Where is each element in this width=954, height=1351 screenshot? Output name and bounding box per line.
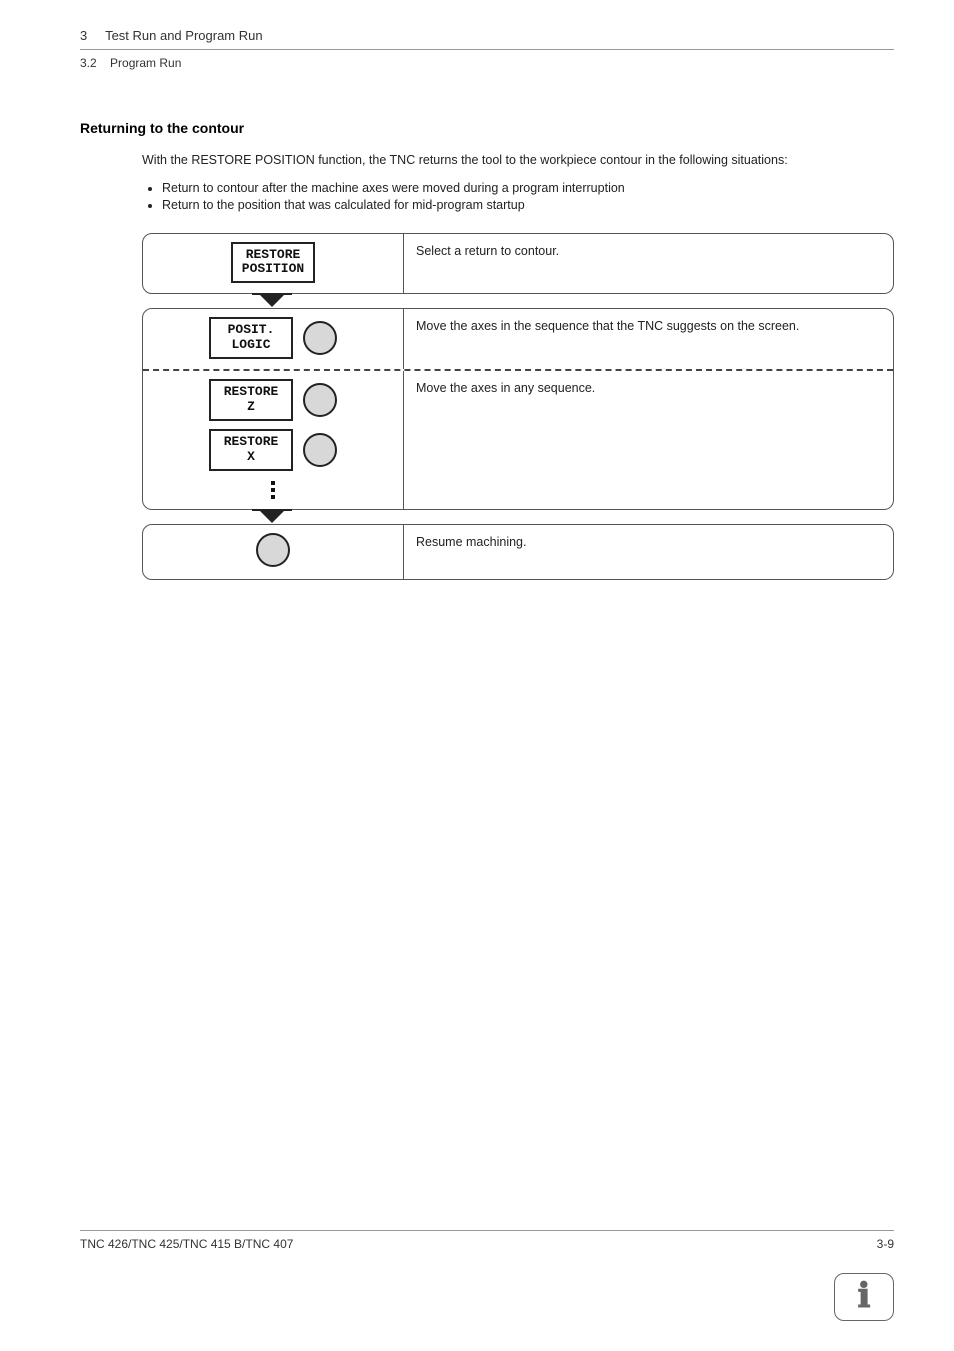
ellipsis-icon [271, 481, 275, 499]
page-footer: TNC 426/TNC 425/TNC 415 B/TNC 407 3-9 [80, 1230, 894, 1251]
step-row-2a: POSIT. LOGIC Move the axes in the sequen… [143, 309, 893, 369]
section-number: 3.2 [80, 56, 97, 70]
bullet-list: Return to contour after the machine axes… [162, 180, 894, 215]
axis-direction-button-icon[interactable] [303, 383, 337, 417]
bullet-item: Return to the position that was calculat… [162, 197, 894, 215]
info-glyph: ℹ [858, 1280, 871, 1314]
key-row: RESTORE Z [209, 379, 337, 421]
page-heading: Returning to the contour [80, 120, 894, 136]
restore-x-key[interactable]: RESTORE X [209, 429, 293, 471]
key-column: RESTORE Z RESTORE X [209, 379, 337, 499]
chapter-title: Test Run and Program Run [105, 28, 263, 43]
key-row: POSIT. LOGIC [209, 317, 337, 359]
section-title: Program Run [110, 56, 181, 70]
restore-z-key[interactable]: RESTORE Z [209, 379, 293, 421]
steps-container: RESTORE POSITION Select a return to cont… [142, 233, 894, 581]
step-left: RESTORE POSITION [143, 234, 403, 294]
axis-direction-button-icon[interactable] [303, 321, 337, 355]
key-label-line: RESTORE [224, 434, 279, 449]
nc-start-button-icon[interactable] [256, 533, 290, 567]
chapter-number: 3 [80, 28, 87, 43]
step-row-1: RESTORE POSITION Select a return to cont… [142, 233, 894, 295]
footer-row: TNC 426/TNC 425/TNC 415 B/TNC 407 3-9 [80, 1237, 894, 1251]
flow-arrow-icon [142, 509, 402, 525]
intro-paragraph: With the RESTORE POSITION function, the … [142, 152, 894, 170]
key-label-line: Z [247, 399, 255, 414]
step-row-2b: RESTORE Z RESTORE X [143, 371, 893, 509]
header-section: 3.2 Program Run [80, 56, 894, 70]
step-description: Move the axes in any sequence. [403, 371, 893, 509]
footer-divider [80, 1230, 894, 1231]
step-row-3: Resume machining. [142, 524, 894, 580]
header-divider [80, 49, 894, 50]
step-left: POSIT. LOGIC [143, 309, 403, 369]
key-row: RESTORE X [209, 429, 337, 471]
step-left [143, 525, 403, 579]
step-left: RESTORE Z RESTORE X [143, 371, 403, 509]
info-icon[interactable]: ℹ [834, 1273, 894, 1321]
axis-direction-button-icon[interactable] [303, 433, 337, 467]
key-label-line: LOGIC [231, 337, 270, 352]
footer-right: 3-9 [877, 1237, 894, 1251]
restore-position-key[interactable]: RESTORE POSITION [231, 242, 315, 284]
flow-arrow-icon [142, 293, 402, 309]
key-label-line: POSITION [242, 261, 304, 276]
bullet-item: Return to contour after the machine axes… [162, 180, 894, 198]
step-group: POSIT. LOGIC Move the axes in the sequen… [142, 308, 894, 510]
key-label-line: RESTORE [246, 247, 301, 262]
step-description: Resume machining. [403, 525, 893, 579]
footer-left: TNC 426/TNC 425/TNC 415 B/TNC 407 [80, 1237, 293, 1251]
key-label-line: POSIT. [228, 322, 275, 337]
step-description: Select a return to contour. [403, 234, 893, 294]
posit-logic-key[interactable]: POSIT. LOGIC [209, 317, 293, 359]
key-label-line: RESTORE [224, 384, 279, 399]
step-description: Move the axes in the sequence that the T… [403, 309, 893, 369]
key-label-line: X [247, 449, 255, 464]
header-chapter: 3 Test Run and Program Run [80, 28, 894, 43]
